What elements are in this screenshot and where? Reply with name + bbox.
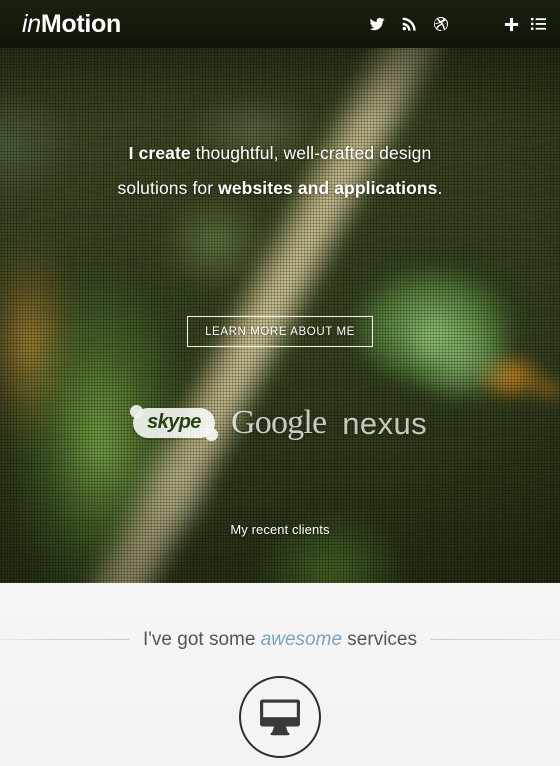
hero-headline-rest-1: thoughtful, well-crafted design bbox=[190, 143, 432, 163]
service-icon-circle[interactable] bbox=[239, 676, 321, 758]
services-heading-row: I've got some awesome services bbox=[0, 630, 560, 649]
client-logo-google: Google bbox=[230, 404, 327, 441]
divider-right bbox=[431, 639, 560, 640]
plus-icon[interactable] bbox=[504, 17, 519, 32]
site-header: inMotion bbox=[0, 0, 560, 48]
monitor-icon bbox=[260, 699, 300, 736]
service-icon-wrap bbox=[0, 676, 560, 758]
hero-headline-bold-1: I create bbox=[128, 143, 191, 163]
menu-icon[interactable] bbox=[531, 17, 546, 31]
social-links bbox=[368, 0, 450, 48]
clients-caption: My recent clients bbox=[230, 522, 330, 537]
logo-text-motion: Motion bbox=[40, 9, 121, 38]
site-logo[interactable]: inMotion bbox=[22, 9, 121, 38]
rss-icon[interactable] bbox=[400, 15, 418, 33]
client-logo-skype: skype bbox=[129, 405, 218, 441]
hero-headline: I create thoughtful, well-crafted design… bbox=[0, 136, 560, 206]
client-logo-skype-label: skype bbox=[147, 411, 201, 433]
page-root: inMotion I create thoughtful, well-craft… bbox=[0, 0, 560, 766]
hero-cta-wrap: LEARN MORE ABOUT ME bbox=[0, 316, 560, 347]
services-title-post: services bbox=[342, 629, 417, 650]
divider-left bbox=[0, 639, 130, 640]
hero-headline-post-2: . bbox=[437, 178, 443, 198]
services-title: I've got some awesome services bbox=[143, 630, 417, 649]
hero-headline-line-1: I create thoughtful, well-crafted design bbox=[0, 136, 560, 171]
twitter-icon[interactable] bbox=[368, 15, 386, 33]
client-logos: skype Google nexus bbox=[0, 404, 560, 441]
hero-headline-pre-2: solutions for bbox=[117, 178, 219, 198]
hero-headline-bold-2: websites and applications bbox=[218, 178, 438, 198]
client-logo-nexus: nexus bbox=[342, 405, 428, 441]
hero-headline-line-2: solutions for websites and applications. bbox=[0, 171, 560, 206]
services-title-accent: awesome bbox=[260, 629, 343, 650]
services-title-pre: I've got some bbox=[143, 629, 261, 650]
logo-text-in: in bbox=[22, 9, 41, 38]
hero-section: I create thoughtful, well-crafted design… bbox=[0, 48, 560, 583]
dribbble-icon[interactable] bbox=[432, 15, 450, 33]
header-actions bbox=[504, 0, 546, 48]
learn-more-button[interactable]: LEARN MORE ABOUT ME bbox=[187, 316, 373, 347]
